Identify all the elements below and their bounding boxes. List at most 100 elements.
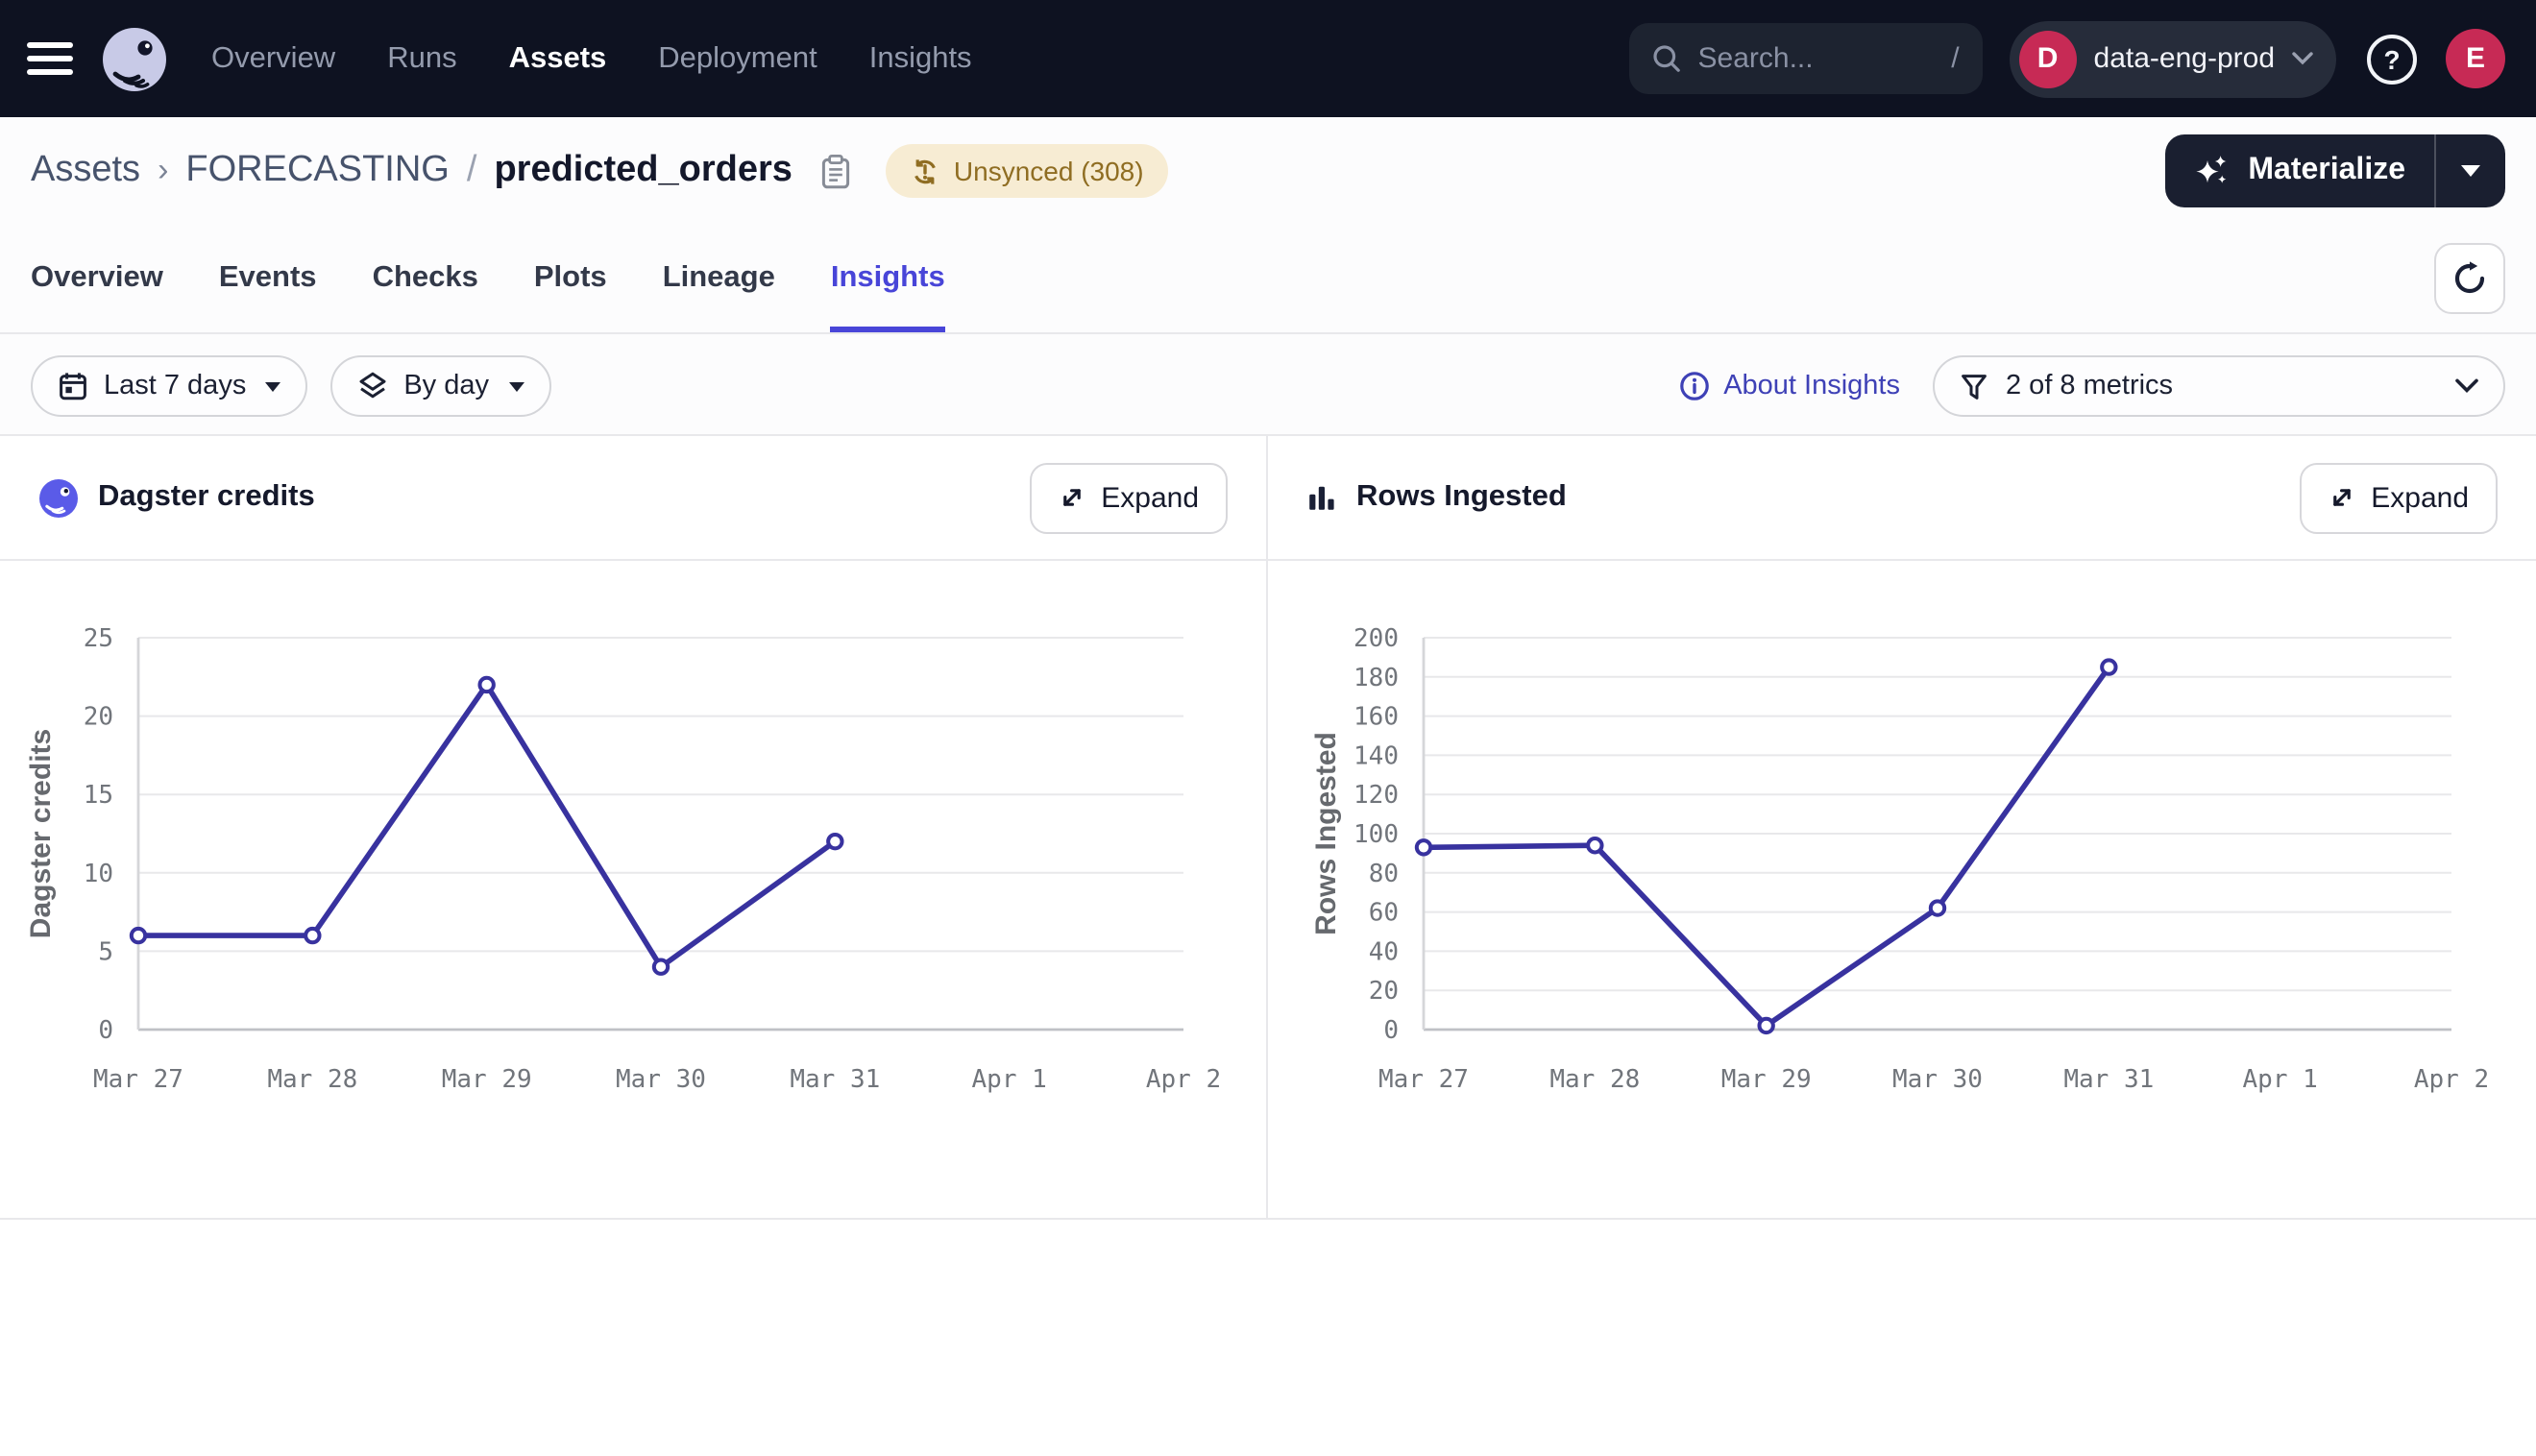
chart-point <box>828 835 841 848</box>
dagster-logo-icon <box>100 24 169 93</box>
y-tick-label: 0 <box>98 1016 113 1045</box>
global-search[interactable]: / <box>1629 23 1983 94</box>
x-tick-label: Apr 1 <box>972 1065 1047 1094</box>
x-tick-label: Mar 29 <box>1721 1065 1812 1094</box>
y-tick-label: 15 <box>84 781 113 810</box>
layers-icon <box>357 371 388 401</box>
nav-item-assets[interactable]: Assets <box>509 41 607 76</box>
search-icon <box>1652 44 1681 73</box>
breadcrumb-separator: / <box>467 150 477 192</box>
y-tick-label: 180 <box>1353 664 1399 692</box>
chart-line <box>1424 667 2109 1026</box>
expand-icon <box>2329 484 2355 511</box>
dagster-logo[interactable] <box>100 24 169 93</box>
nav-item-deployment[interactable]: Deployment <box>658 41 817 76</box>
metrics-filter-value: 2 of 8 metrics <box>2006 371 2173 401</box>
granularity-value: By day <box>403 371 489 401</box>
panel-title-label: Dagster credits <box>98 480 315 515</box>
breadcrumb-assets-link[interactable]: Assets <box>31 150 140 192</box>
primary-nav: Overview Runs Assets Deployment Insights <box>211 41 972 76</box>
expand-label: Expand <box>1101 481 1199 514</box>
unsynced-status-badge[interactable]: Unsynced (308) <box>887 144 1169 198</box>
x-tick-label: Mar 30 <box>1892 1065 1983 1094</box>
expand-button[interactable]: Expand <box>2300 462 2498 533</box>
expand-label: Expand <box>2371 481 2469 514</box>
expand-button[interactable]: Expand <box>1030 462 1228 533</box>
asset-header: Assets › FORECASTING / predicted_orders <box>0 117 2536 225</box>
materialize-button[interactable]: Materialize <box>2165 134 2434 207</box>
panel-header: Dagster credits Expand <box>0 436 1266 561</box>
deployment-initial-badge: D <box>2019 30 2077 87</box>
chart-point <box>132 929 145 942</box>
breadcrumb-group-link[interactable]: FORECASTING <box>185 150 449 192</box>
dagster-credits-icon <box>38 477 79 518</box>
asset-tabs: Overview Events Checks Plots Lineage Ins… <box>31 225 945 332</box>
x-tick-label: Apr 1 <box>2243 1065 2318 1094</box>
tab-overview[interactable]: Overview <box>31 225 163 332</box>
x-tick-label: Mar 30 <box>616 1065 706 1094</box>
line-chart-dagster-credits[interactable]: 0510152025Mar 27Mar 28Mar 29Mar 30Mar 31… <box>0 561 1268 1218</box>
nav-item-overview[interactable]: Overview <box>211 41 335 76</box>
search-input[interactable] <box>1698 42 1935 75</box>
tab-lineage[interactable]: Lineage <box>663 225 775 332</box>
chevron-down-icon <box>2292 52 2313 65</box>
sparkles-icon <box>2194 153 2231 189</box>
x-tick-label: Mar 29 <box>442 1065 532 1094</box>
y-tick-label: 10 <box>84 860 113 888</box>
chart-point <box>2102 660 2115 673</box>
tab-events[interactable]: Events <box>219 225 317 332</box>
chart-point <box>1588 838 1601 852</box>
metrics-filter-select[interactable]: 2 of 8 metrics <box>1933 355 2505 417</box>
y-tick-label: 60 <box>1369 899 1399 928</box>
copy-asset-name-icon[interactable] <box>821 153 852 189</box>
top-nav: Overview Runs Assets Deployment Insights… <box>0 0 2536 117</box>
insights-charts: Dagster credits Expand 0510152025Mar 27M… <box>0 436 2536 1220</box>
y-tick-label: 80 <box>1369 860 1399 888</box>
y-tick-label: 120 <box>1353 781 1399 810</box>
chevron-down-icon <box>2455 378 2478 394</box>
help-icon[interactable]: ? <box>2367 34 2417 84</box>
breadcrumb: Assets › FORECASTING / predicted_orders <box>31 150 852 192</box>
line-chart-rows-ingested[interactable]: 020406080100120140160180200Mar 27Mar 28M… <box>1268 561 2536 1218</box>
y-tick-label: 0 <box>1383 1016 1399 1045</box>
x-tick-label: Mar 27 <box>93 1065 183 1094</box>
materialize-label: Materialize <box>2248 154 2405 188</box>
user-avatar[interactable]: E <box>2446 29 2505 88</box>
y-tick-label: 25 <box>84 624 113 653</box>
deployment-switcher[interactable]: D data-eng-prod <box>2010 20 2336 97</box>
x-tick-label: Mar 27 <box>1378 1065 1469 1094</box>
nav-item-insights[interactable]: Insights <box>869 41 972 76</box>
tab-insights[interactable]: Insights <box>831 225 945 332</box>
about-insights-link[interactable]: About Insights <box>1679 371 1900 401</box>
tab-checks[interactable]: Checks <box>373 225 478 332</box>
deployment-name: data-eng-prod <box>2094 42 2275 75</box>
nav-item-runs[interactable]: Runs <box>387 41 456 76</box>
panel-header: Rows Ingested Expand <box>1268 436 2536 561</box>
y-tick-label: 200 <box>1353 624 1399 653</box>
x-tick-label: Mar 28 <box>1549 1065 1640 1094</box>
granularity-filter-button[interactable]: By day <box>330 355 550 417</box>
date-range-value: Last 7 days <box>104 371 246 401</box>
chart-point <box>1417 840 1430 854</box>
chart-point <box>1759 1019 1772 1032</box>
refresh-button[interactable] <box>2434 243 2505 314</box>
x-tick-label: Mar 31 <box>2063 1065 2154 1094</box>
hamburger-menu-icon[interactable] <box>27 42 73 75</box>
x-tick-label: Apr 2 <box>1146 1065 1221 1094</box>
chart-point <box>305 929 319 942</box>
bar-chart-icon <box>1306 482 1337 513</box>
caret-down-icon <box>508 381 524 391</box>
date-range-filter-button[interactable]: Last 7 days <box>31 355 307 417</box>
info-icon <box>1679 371 1710 401</box>
x-tick-label: Apr 2 <box>2414 1065 2489 1094</box>
y-axis-title: Rows Ingested <box>1310 732 1342 935</box>
materialize-dropdown-button[interactable] <box>2436 134 2505 207</box>
asset-name: predicted_orders <box>494 150 792 192</box>
panel-dagster-credits: Dagster credits Expand 0510152025Mar 27M… <box>0 436 1268 1218</box>
tab-plots[interactable]: Plots <box>534 225 607 332</box>
insights-filter-bar: Last 7 days By day About Insights 2 of 8… <box>0 334 2536 436</box>
x-tick-label: Mar 31 <box>790 1065 880 1094</box>
y-tick-label: 20 <box>84 703 113 732</box>
x-tick-label: Mar 28 <box>267 1065 357 1094</box>
y-tick-label: 40 <box>1369 937 1399 966</box>
